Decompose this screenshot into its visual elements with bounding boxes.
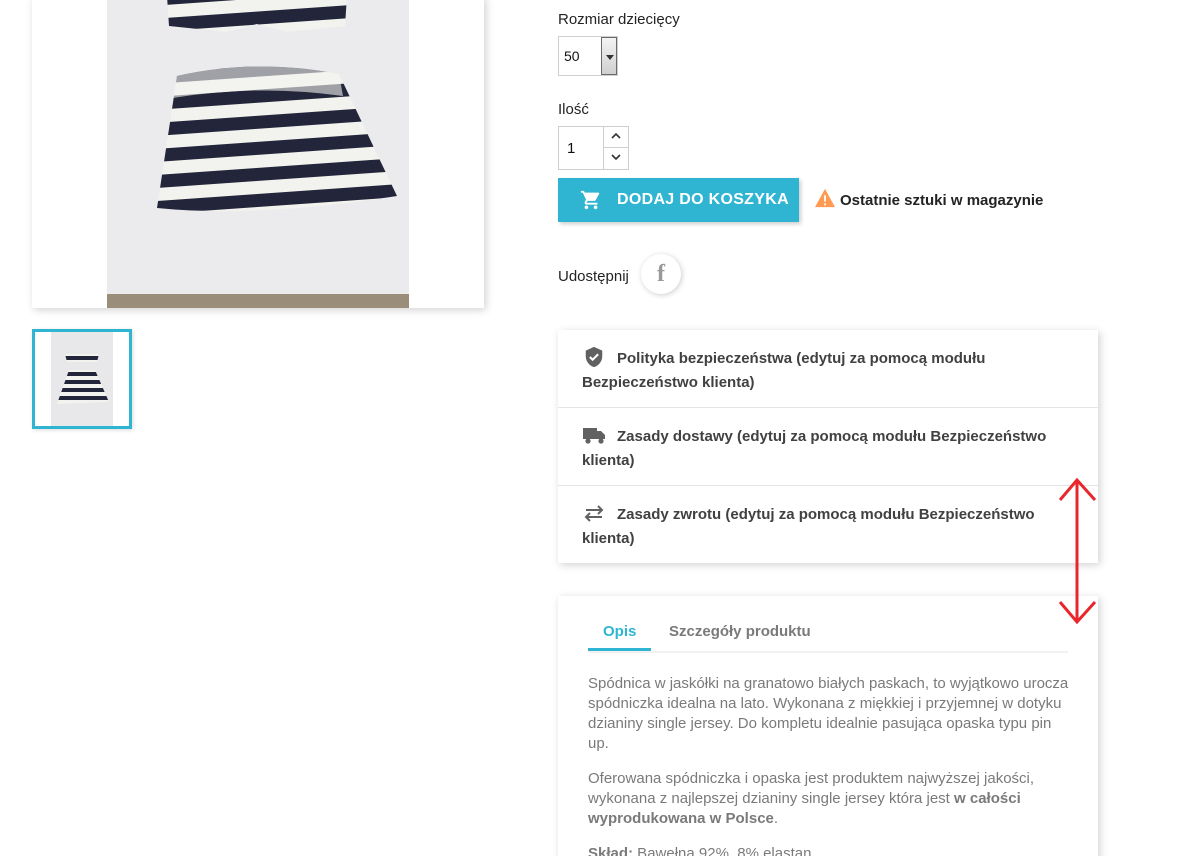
reassurance-text: Polityka bezpieczeństwa (edytuj za pomoc…: [582, 350, 986, 391]
tab-description[interactable]: Opis: [588, 623, 652, 651]
description-paragraph: Oferowana spódniczka i opaska jest produ…: [588, 770, 1035, 827]
size-label: Rozmiar dziecięcy: [558, 11, 680, 28]
description-paragraph: Spódnica w jaskółki na granatowo białych…: [588, 675, 1069, 752]
quantity-input[interactable]: 1: [567, 140, 575, 157]
reassurance-item: Polityka bezpieczeństwa (edytuj za pomoc…: [558, 330, 1098, 408]
cart-icon: [580, 190, 600, 210]
reassurance-block: Polityka bezpieczeństwa (edytuj za pomoc…: [558, 330, 1098, 563]
stock-warning: Ostatnie sztuki w magazynie: [814, 188, 1043, 209]
product-main-image[interactable]: [32, 0, 484, 308]
quantity-buttons: [603, 127, 628, 169]
product-description: Spódnica w jaskółki na granatowo białych…: [588, 674, 1070, 856]
size-selected-value: 50: [564, 48, 580, 64]
facebook-icon[interactable]: f: [641, 254, 681, 294]
reassurance-text: Zasady dostawy (edytuj za pomocą modułu …: [582, 428, 1047, 469]
add-to-cart-button[interactable]: DODAJ DO KOSZYKA: [558, 178, 799, 222]
chevron-down-icon: [611, 154, 621, 161]
facebook-glyph: f: [657, 261, 665, 287]
tab-product-details[interactable]: Szczegóły produktu: [669, 623, 811, 648]
reassurance-item: Zasady dostawy (edytuj za pomocą modułu …: [558, 408, 1098, 486]
share-label: Udostępnij: [558, 268, 629, 285]
chevron-up-icon: [611, 132, 621, 139]
quantity-decrease-button[interactable]: [604, 148, 628, 169]
tab-list: Opis Szczegóły produktu: [588, 622, 1068, 653]
composition-line: Skład: Bawełna 92%, 8% elastan: [588, 845, 812, 856]
product-tabs: Opis Szczegóły produktu Spódnica w jaskó…: [558, 596, 1098, 856]
product-thumbnail[interactable]: [32, 329, 132, 429]
size-select[interactable]: 50: [558, 36, 618, 76]
shield-check-icon: [585, 346, 603, 368]
reassurance-text: Zasady zwrotu (edytuj za pomocą modułu B…: [582, 506, 1035, 547]
chevron-down-icon[interactable]: [601, 37, 617, 75]
quantity-increase-button[interactable]: [604, 127, 628, 148]
truck-icon: [583, 428, 605, 444]
stock-warning-text: Ostatnie sztuki w magazynie: [840, 192, 1044, 209]
reassurance-item: Zasady zwrotu (edytuj za pomocą modułu B…: [558, 486, 1098, 564]
annotation-double-arrow: [1058, 477, 1097, 625]
swap-arrows-icon: [584, 505, 604, 522]
thumbnail-photo: [51, 332, 113, 426]
warning-icon: [815, 188, 835, 208]
quantity-label: Ilość: [558, 101, 589, 118]
add-to-cart-label: DODAJ DO KOSZYKA: [617, 191, 789, 208]
product-photo: [107, 0, 409, 308]
quantity-stepper[interactable]: 1: [558, 126, 629, 170]
